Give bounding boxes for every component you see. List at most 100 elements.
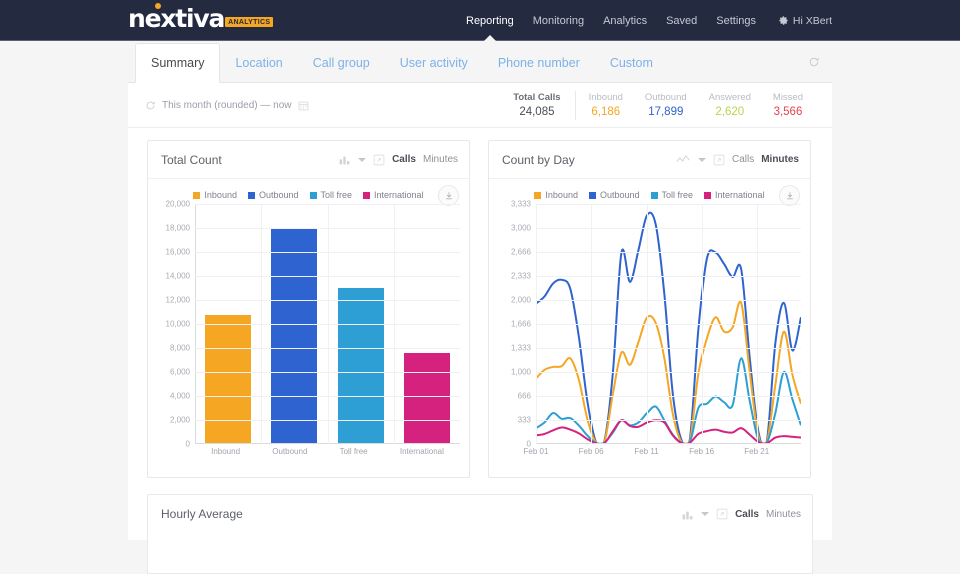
download-icon (444, 191, 454, 201)
plot-area-count-by-day (536, 204, 801, 444)
y-tick-label: 4,000 (170, 392, 190, 401)
unit-toggle-minutes-count-by-day[interactable]: Minutes (761, 154, 799, 165)
unit-toggle-calls-count-by-day[interactable]: Calls (732, 154, 754, 165)
bar-outbound[interactable] (271, 228, 317, 443)
legend-label-toll-free: Toll free (321, 190, 353, 200)
legend-label-outbound: Outbound (259, 190, 299, 200)
calendar-icon[interactable] (298, 100, 309, 111)
card-title-total-count: Total Count (161, 153, 338, 167)
expand-icon[interactable] (716, 508, 728, 520)
unit-toggle-calls-total-count[interactable]: Calls (392, 154, 416, 165)
x-tick-label: Feb 21 (744, 447, 769, 456)
y-tick-label: 14,000 (166, 272, 190, 281)
card-total-count: Total Count Calls Minutes (147, 140, 470, 478)
stat-outbound: Outbound 17,899 (634, 91, 698, 120)
tab-phone-number[interactable]: Phone number (483, 43, 595, 83)
legend-item-toll-free[interactable]: Toll free (651, 190, 694, 200)
line-outbound[interactable] (536, 213, 801, 444)
gridline-horizontal (536, 324, 801, 325)
stat-label-inbound: Inbound (589, 91, 623, 105)
y-tick-label: 10,000 (166, 320, 190, 329)
legend-label-international: International (374, 190, 424, 200)
legend-swatch-international (704, 192, 711, 199)
legend-label-inbound: Inbound (204, 190, 237, 200)
legend-item-inbound[interactable]: Inbound (534, 190, 578, 200)
legend-swatch-toll-free (310, 192, 317, 199)
x-tick-label: Toll free (340, 447, 368, 456)
line-chart-icon[interactable] (676, 153, 691, 166)
y-tick-label: 2,666 (511, 248, 531, 257)
nav-item-monitoring[interactable]: Monitoring (533, 13, 584, 29)
gridline-horizontal (536, 300, 801, 301)
stat-value-outbound: 17,899 (645, 105, 687, 120)
bar-chart-icon[interactable] (338, 153, 351, 166)
chevron-down-icon[interactable] (701, 512, 709, 516)
nav-item-settings[interactable]: Settings (716, 13, 756, 29)
nav-item-analytics[interactable]: Analytics (603, 13, 647, 29)
stat-missed: Missed 3,566 (762, 91, 814, 120)
chevron-down-icon[interactable] (358, 158, 366, 162)
legend-swatch-toll-free (651, 192, 658, 199)
y-tick-label: 1,333 (511, 344, 531, 353)
tab-user-activity[interactable]: User activity (385, 43, 483, 83)
legend-item-international[interactable]: International (363, 190, 424, 200)
x-tick-label: Feb 11 (634, 447, 658, 456)
bar-chart-icon[interactable] (681, 508, 694, 521)
legend-label-inbound: Inbound (545, 190, 578, 200)
download-button-total-count[interactable] (438, 185, 459, 206)
legend-item-toll-free[interactable]: Toll free (310, 190, 353, 200)
card-tools-hourly-average: Calls Minutes (681, 508, 801, 521)
stat-answered: Answered 2,620 (698, 91, 762, 120)
bar-inbound[interactable] (205, 315, 251, 443)
tabs-refresh-icon[interactable] (808, 56, 820, 71)
bar-international[interactable] (404, 353, 450, 443)
chevron-down-icon[interactable] (698, 158, 706, 162)
y-tick-label: 1,000 (511, 368, 531, 377)
y-tick-label: 2,333 (511, 272, 531, 281)
bar-chart-total-count: 02,0004,0006,0008,00010,00012,00014,0001… (148, 204, 469, 469)
stat-total-calls: Total Calls 24,085 (502, 91, 575, 120)
nav-item-saved[interactable]: Saved (666, 13, 697, 29)
tab-summary[interactable]: Summary (135, 43, 220, 83)
legend-label-international: International (715, 190, 765, 200)
unit-toggle-minutes-hourly-average[interactable]: Minutes (766, 509, 801, 520)
filter-stats-bar: This month (rounded) — now Total Calls 2… (128, 83, 832, 128)
gridline-horizontal (536, 396, 801, 397)
expand-icon[interactable] (373, 154, 385, 166)
unit-toggle-minutes-total-count[interactable]: Minutes (423, 154, 458, 165)
y-axis-count-by-day: 03336661,0001,3331,6662,0002,3332,6663,0… (489, 204, 535, 444)
stat-inbound: Inbound 6,186 (578, 91, 634, 120)
gridline-vertical (536, 204, 537, 444)
expand-icon[interactable] (713, 154, 725, 166)
logo-analytics-badge: ANALYTICS (225, 17, 273, 27)
card-count-by-day: Count by Day Calls Minutes (488, 140, 811, 478)
content-shell: Summary Location Call group User activit… (128, 41, 832, 540)
gridline-horizontal (536, 420, 801, 421)
brand-logo[interactable]: nextiva ANALYTICS (128, 6, 273, 31)
legend-item-outbound[interactable]: Outbound (589, 190, 640, 200)
y-tick-label: 2,000 (511, 296, 531, 305)
unit-toggle-calls-hourly-average[interactable]: Calls (735, 509, 759, 520)
x-tick-label: Inbound (211, 447, 240, 456)
card-tools-total-count: Calls Minutes (338, 153, 458, 166)
legend-item-inbound[interactable]: Inbound (193, 190, 237, 200)
stat-label-outbound: Outbound (645, 91, 687, 105)
date-range-control[interactable]: This month (rounded) — now (145, 100, 309, 111)
download-button-count-by-day[interactable] (779, 185, 800, 206)
legend-swatch-inbound (193, 192, 200, 199)
y-tick-label: 1,666 (511, 320, 531, 329)
legend-item-outbound[interactable]: Outbound (248, 190, 299, 200)
legend-item-international[interactable]: International (704, 190, 765, 200)
tab-custom[interactable]: Custom (595, 43, 668, 83)
legend-swatch-outbound (589, 192, 596, 199)
nav-label-reporting: Reporting (466, 15, 514, 27)
user-menu[interactable]: Hi XBert (778, 0, 832, 41)
card-title-hourly-average: Hourly Average (161, 507, 681, 521)
nav-item-reporting[interactable]: Reporting (466, 13, 514, 29)
tab-call-group[interactable]: Call group (298, 43, 385, 83)
gridline-horizontal (536, 372, 801, 373)
charts-row: Total Count Calls Minutes (128, 128, 832, 478)
gridline-horizontal (536, 204, 801, 205)
gridline-vertical (261, 204, 262, 444)
tab-location[interactable]: Location (220, 43, 297, 83)
